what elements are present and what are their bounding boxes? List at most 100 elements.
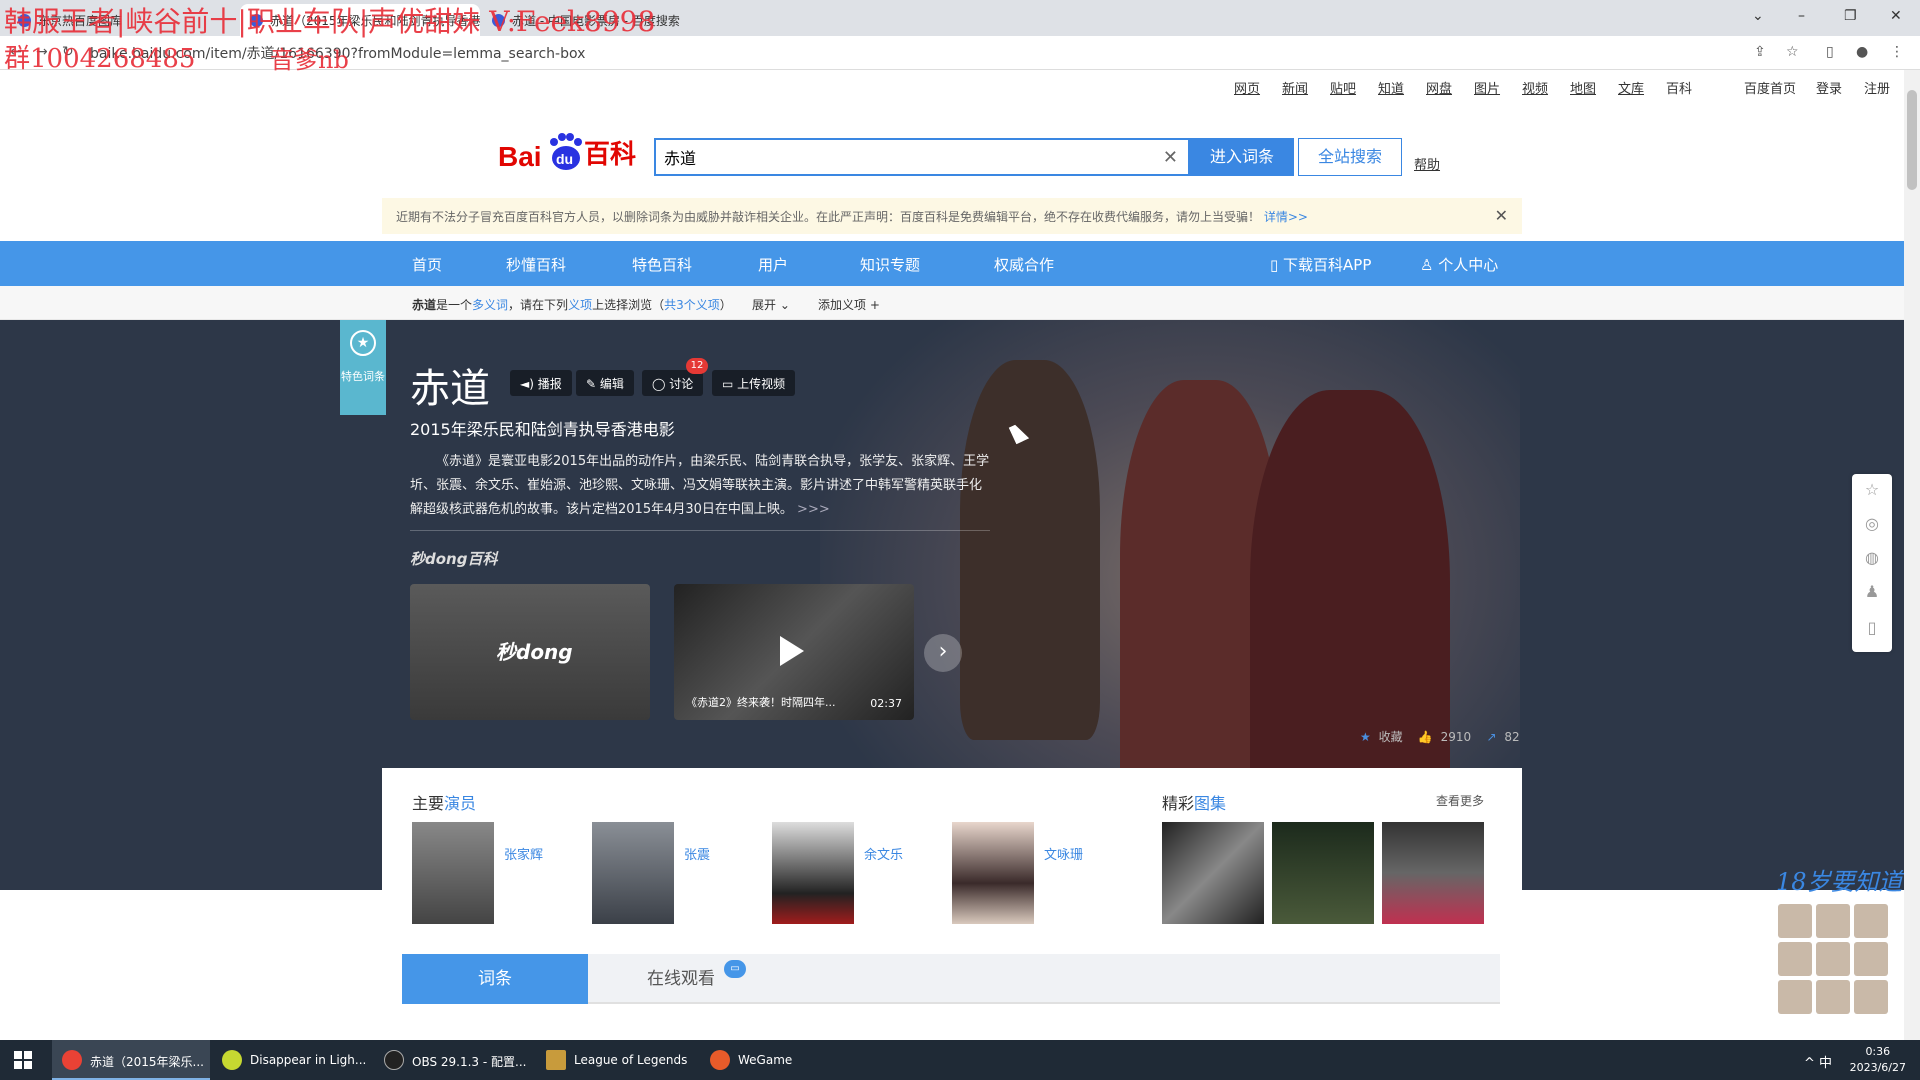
add-meaning-button[interactable]: 添加义项 + — [818, 296, 880, 313]
link-zhidao[interactable]: 知道 — [1378, 78, 1404, 97]
baidu-baike-logo[interactable]: Bai du 百科 — [498, 128, 638, 174]
link-login[interactable]: 登录 — [1816, 78, 1842, 97]
actor-name-link[interactable]: 张家辉 — [504, 844, 543, 863]
link-pan[interactable]: 网盘 — [1426, 78, 1452, 97]
download-app-link[interactable]: ▯ 下载百科APP — [1270, 254, 1371, 275]
featured-entry-badge: ★ 特色词条 — [340, 320, 386, 415]
tab-search-icon[interactable]: ⌄ — [1752, 8, 1764, 24]
polysemy-link[interactable]: 多义词 — [472, 298, 508, 312]
actor-photo[interactable] — [772, 822, 854, 924]
promo-avatar — [1816, 904, 1850, 938]
promo-avatar — [1854, 942, 1888, 976]
link-wenku[interactable]: 文库 — [1618, 78, 1644, 97]
bookmark-star-icon[interactable]: ☆ — [1786, 44, 1802, 60]
speaker-icon: ◄) — [520, 377, 534, 391]
taskbar-clock[interactable]: 0:36 2023/6/27 — [1850, 1044, 1906, 1076]
wechat-icon[interactable]: ◍ — [1862, 548, 1882, 568]
gallery-image[interactable] — [1382, 822, 1484, 924]
link-news[interactable]: 新闻 — [1282, 78, 1308, 97]
share-icon[interactable]: ↗ — [1486, 730, 1496, 744]
restore-button[interactable]: ❐ — [1844, 8, 1857, 24]
share-icon[interactable]: ⇪ — [1754, 44, 1770, 60]
miaodong-video-card[interactable]: 秒dong — [410, 584, 650, 720]
more-menu-icon[interactable]: ⋮ — [1890, 44, 1906, 60]
help-link[interactable]: 帮助 — [1414, 154, 1440, 173]
link-web[interactable]: 网页 — [1234, 78, 1260, 97]
gallery-image[interactable] — [1162, 822, 1264, 924]
promo-avatar-grid[interactable] — [1778, 904, 1892, 1016]
content-tabs: 词条 在线观看 ▭ — [402, 954, 1500, 1004]
profile-icon[interactable]: ● — [1856, 44, 1872, 60]
page-scrollbar[interactable] — [1904, 70, 1920, 1040]
actor-photo[interactable] — [952, 822, 1034, 924]
enter-entry-button[interactable]: 进入词条 — [1190, 138, 1294, 176]
entry-stats: ★ 收藏 👍 2910 ↗ 82 — [1360, 728, 1520, 745]
close-window-button[interactable]: ✕ — [1890, 8, 1902, 24]
nav-user[interactable]: 用户 — [758, 254, 788, 275]
qq-icon[interactable]: ♟ — [1862, 582, 1882, 602]
favorite-star-icon[interactable]: ☆ — [1862, 480, 1882, 500]
polysemy-text-d: ） — [719, 298, 732, 312]
taskbar-chrome[interactable]: 赤道（2015年梁乐... — [52, 1040, 210, 1080]
nav-featured[interactable]: 特色百科 — [632, 254, 692, 275]
taskbar-wegame[interactable]: WeGame — [700, 1040, 850, 1080]
close-notice-icon[interactable]: ✕ — [1495, 206, 1508, 225]
actor-name-link[interactable]: 文咏珊 — [1044, 844, 1083, 863]
star-icon[interactable]: ★ — [1360, 730, 1371, 744]
wegame-icon — [710, 1050, 730, 1070]
promo-age-text: 18岁要知道 — [1776, 868, 1903, 896]
taskbar-label: OBS 29.1.3 - 配置... — [412, 1055, 527, 1069]
svg-text:du: du — [556, 151, 573, 167]
nav-miaodong[interactable]: 秒懂百科 — [506, 254, 566, 275]
collect-label[interactable]: 收藏 — [1379, 730, 1403, 744]
discuss-label: 讨论 — [669, 377, 694, 391]
actor-name-link[interactable]: 张震 — [684, 844, 710, 863]
personal-center-link[interactable]: ♙ 个人中心 — [1420, 254, 1498, 275]
tab-entry[interactable]: 词条 — [402, 954, 588, 1004]
link-video[interactable]: 视频 — [1522, 78, 1548, 97]
nav-topics[interactable]: 知识专题 — [860, 254, 920, 275]
meaning-count-link[interactable]: 共3个义项 — [664, 298, 720, 312]
minimize-button[interactable]: – — [1798, 8, 1805, 24]
link-images[interactable]: 图片 — [1474, 78, 1500, 97]
link-baike[interactable]: 百科 — [1666, 78, 1692, 97]
main-nav: 首页 秒懂百科 特色百科 用户 知识专题 权威合作 ▯ 下载百科APP ♙ 个人… — [0, 241, 1904, 286]
nav-authority[interactable]: 权威合作 — [994, 254, 1054, 275]
taskbar-obs[interactable]: OBS 29.1.3 - 配置... — [374, 1040, 530, 1080]
mobile-icon[interactable]: ▯ — [1862, 618, 1882, 638]
tab-watch-online[interactable]: 在线观看 ▭ — [588, 954, 774, 1004]
site-search-button[interactable]: 全站搜索 — [1298, 138, 1402, 176]
baidu-top-links: 网页 新闻 贴吧 知道 网盘 图片 视频 地图 文库 百科 百度首页 登录 注册 — [0, 70, 1904, 102]
expand-button[interactable]: 展开 ⌄ — [752, 296, 790, 313]
weibo-icon[interactable]: ◎ — [1862, 514, 1882, 534]
side-panel-icon[interactable]: ▯ — [1826, 44, 1842, 60]
next-video-chevron-right-icon[interactable]: › — [924, 634, 962, 672]
link-baidu-home[interactable]: 百度首页 — [1744, 78, 1796, 97]
actor-photo[interactable] — [592, 822, 674, 924]
notice-more-link[interactable]: 详情>> — [1264, 210, 1308, 224]
scrollbar-thumb[interactable] — [1907, 90, 1917, 190]
summary-more-link[interactable]: >>> — [797, 502, 830, 517]
actor-photo[interactable] — [412, 822, 494, 924]
search-input[interactable] — [656, 140, 1136, 174]
link-map[interactable]: 地图 — [1570, 78, 1596, 97]
thumbs-up-icon[interactable]: 👍 — [1418, 730, 1433, 744]
trailer-video-card[interactable]: 《赤道2》终来袭！时隔四年... 02:37 — [674, 584, 914, 720]
link-tieba[interactable]: 贴吧 — [1330, 78, 1356, 97]
taskbar-music[interactable]: Disappear in Ligh... — [212, 1040, 372, 1080]
meaning-link[interactable]: 义项 — [568, 298, 592, 312]
system-tray[interactable]: ^ 中 — [1804, 1052, 1832, 1071]
clear-search-icon[interactable]: ✕ — [1163, 147, 1178, 168]
gallery-title-b[interactable]: 图集 — [1194, 794, 1226, 813]
gallery-more-link[interactable]: 查看更多 — [1436, 792, 1484, 809]
nav-home[interactable]: 首页 — [412, 254, 442, 275]
cast-title-b[interactable]: 演员 — [444, 794, 476, 813]
broadcast-button[interactable]: ◄) 播报 — [510, 370, 572, 396]
link-register[interactable]: 注册 — [1864, 78, 1890, 97]
windows-start-icon[interactable] — [14, 1051, 32, 1069]
gallery-image[interactable] — [1272, 822, 1374, 924]
taskbar-league[interactable]: League of Legends — [536, 1040, 696, 1080]
edit-button[interactable]: ✎ 编辑 — [576, 370, 634, 396]
upload-video-button[interactable]: ▭ 上传视频 — [712, 370, 796, 396]
actor-name-link[interactable]: 余文乐 — [864, 844, 903, 863]
